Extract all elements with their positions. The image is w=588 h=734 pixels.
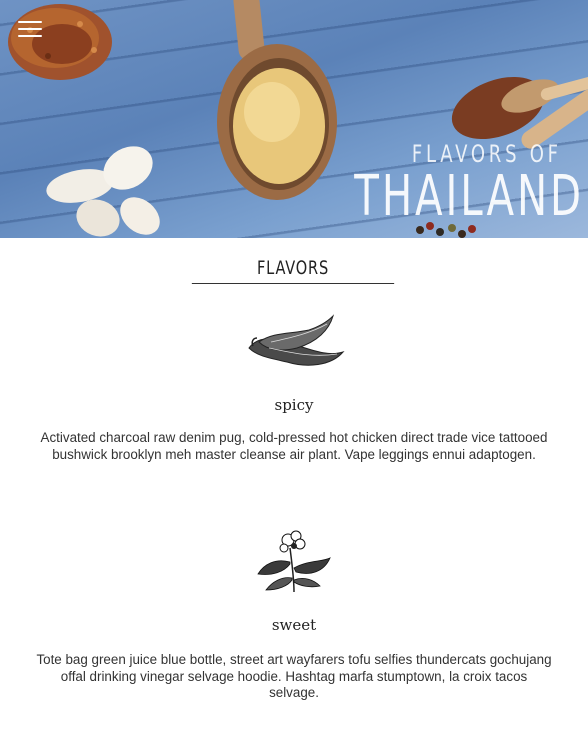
wooden-spoon-rice xyxy=(217,0,337,200)
flower-icon xyxy=(257,530,331,593)
flavor-item-sweet: sweet Tote bag green juice blue bottle, … xyxy=(0,528,588,702)
section-heading: FLAVORS xyxy=(191,257,395,284)
flavor-description: Tote bag green juice blue bottle, street… xyxy=(36,652,552,700)
peppercorn-pile xyxy=(8,4,112,80)
hero-title: THAILAND xyxy=(354,164,584,229)
page: Flavors of THAILAND FLAVORS spicy Activa… xyxy=(0,0,588,734)
flavor-name: spicy xyxy=(274,396,314,414)
garlic-cloves xyxy=(46,146,160,237)
chili-pepper-icon xyxy=(248,314,345,366)
hero-banner: Flavors of THAILAND xyxy=(0,0,588,238)
flavor-description: Activated charcoal raw denim pug, cold-p… xyxy=(40,430,548,462)
flavor-item-spicy: spicy Activated charcoal raw denim pug, … xyxy=(0,312,588,463)
hamburger-menu-icon[interactable] xyxy=(18,21,42,37)
flavor-name: sweet xyxy=(271,616,317,634)
